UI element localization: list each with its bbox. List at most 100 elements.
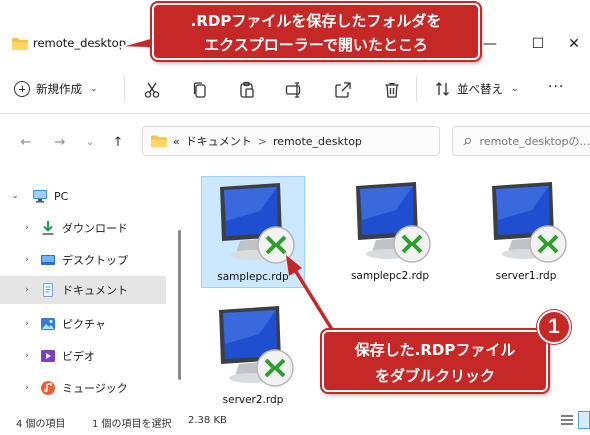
nav-label-downloads: ダウンロード <box>62 222 128 235</box>
breadcrumb-item-documents[interactable]: ドキュメント <box>186 133 252 149</box>
nav-label-pictures: ピクチャ <box>62 318 106 331</box>
toolbar-divider <box>416 76 417 102</box>
new-button-label: 新規作成 <box>36 82 82 96</box>
nav-item-pictures[interactable]: › ピクチャ <box>0 310 166 338</box>
nav-item-videos[interactable]: › ビデオ <box>0 342 166 370</box>
arrow-left-icon: ← <box>20 134 32 150</box>
more-options-button[interactable]: ··· <box>548 79 564 95</box>
nav-item-music[interactable]: › ミュージック <box>0 374 166 402</box>
documents-icon <box>43 283 53 297</box>
nav-label-music: ミュージック <box>62 382 128 395</box>
pc-icon <box>33 190 47 203</box>
chevron-right-icon[interactable]: › <box>22 319 32 329</box>
recent-locations-button[interactable]: ⌄ <box>82 134 98 150</box>
file-item[interactable]: samplepc.rdp <box>201 176 305 288</box>
share-button[interactable] <box>332 79 354 101</box>
window-title: remote_desktop <box>33 36 126 50</box>
chevron-right-icon[interactable]: › <box>22 223 32 233</box>
cut-icon <box>144 82 160 98</box>
rdp-file-icon <box>492 182 567 263</box>
callout-bottom: 保存した.RDPファイル をダブルクリック <box>322 330 548 392</box>
more-icon: ··· <box>548 79 565 95</box>
forward-button[interactable]: → <box>52 134 68 150</box>
callout-bottom-line1: 保存した.RDPファイル <box>354 341 516 359</box>
sort-icon <box>436 82 449 96</box>
file-item[interactable]: samplepc2.rdp <box>338 176 442 288</box>
nav-label-videos: ビデオ <box>62 350 95 363</box>
callout-top: .RDPファイルを保存したフォルダを エクスプローラーで開いたところ <box>152 3 480 60</box>
rdp-file-icon <box>219 306 294 387</box>
chevron-right-icon[interactable]: › <box>22 285 32 295</box>
rdp-file-icon <box>220 183 295 264</box>
step-number-badge: 1 <box>537 310 571 344</box>
chevron-down-icon: ⌄ <box>511 84 519 94</box>
maximize-icon: ☐ <box>531 36 545 52</box>
nav-item-documents[interactable]: › ドキュメント <box>0 276 166 304</box>
tiles-view-icon[interactable] <box>578 411 590 429</box>
nav-item-pc[interactable]: ⌄ PC <box>0 182 166 210</box>
delete-icon <box>385 82 399 98</box>
desktop-icon <box>41 255 55 265</box>
chevron-right-icon[interactable]: › <box>22 351 32 361</box>
delete-button[interactable] <box>381 79 403 101</box>
nav-label-pc: PC <box>54 189 69 203</box>
nav-label-documents: ドキュメント <box>62 284 128 297</box>
folder-icon <box>12 38 28 50</box>
cut-button[interactable] <box>141 79 163 101</box>
nav-item-desktop[interactable]: › デスクトップ <box>0 246 166 274</box>
breadcrumb-overflow[interactable]: « <box>173 135 180 148</box>
folder-icon <box>151 135 167 147</box>
file-name: samplepc2.rdp <box>350 270 430 282</box>
file-item[interactable]: server1.rdp <box>474 176 578 288</box>
close-icon: ✕ <box>568 36 580 52</box>
callout-bottom-line2: をダブルクリック <box>374 367 495 385</box>
address-bar[interactable]: « ドキュメント > remote_desktop <box>142 126 440 156</box>
status-item-count: 4 個の項目 <box>16 419 66 430</box>
details-view-icon[interactable] <box>560 413 574 427</box>
up-button[interactable]: ↑ <box>110 134 126 150</box>
download-icon <box>42 221 54 235</box>
close-button[interactable]: ✕ <box>558 30 590 58</box>
chevron-right-icon[interactable]: › <box>22 383 32 393</box>
file-name: samplepc.rdp <box>217 271 289 283</box>
search-placeholder: remote_desktopの... <box>479 135 590 148</box>
arrow-up-icon: ↑ <box>112 134 124 150</box>
file-item[interactable]: server2.rdp <box>201 300 305 412</box>
chevron-down-icon: ⌄ <box>90 84 98 94</box>
rename-icon <box>285 82 301 98</box>
command-bar: 新規作成 ⌄ 並べ替え ⌄ ··· <box>0 62 590 114</box>
plus-circle-icon <box>14 81 30 97</box>
paste-icon <box>240 81 254 98</box>
status-selection: 1 個の項目を選択 <box>92 419 172 430</box>
paste-button[interactable] <box>236 79 258 101</box>
nav-label-desktop: デスクトップ <box>62 254 128 267</box>
sort-button-label: 並べ替え <box>457 82 503 96</box>
back-button[interactable]: ← <box>18 134 34 150</box>
copy-button[interactable] <box>189 79 211 101</box>
file-name: server1.rdp <box>495 270 557 282</box>
toolbar-divider <box>124 76 125 102</box>
new-button[interactable]: 新規作成 ⌄ <box>14 76 98 102</box>
breadcrumb-item-remote-desktop[interactable]: remote_desktop <box>273 135 362 148</box>
minimize-icon: — <box>483 36 497 52</box>
copy-icon <box>193 82 206 98</box>
rename-button[interactable] <box>283 79 305 101</box>
breadcrumb-separator: > <box>257 134 267 148</box>
chevron-down-icon[interactable]: ⌄ <box>10 191 20 201</box>
status-size: 2.38 KB <box>188 415 227 426</box>
arrow-right-icon: → <box>54 134 66 150</box>
chevron-down-icon: ⌄ <box>85 136 95 148</box>
search-icon <box>463 137 471 145</box>
navigation-pane-scrollbar[interactable] <box>178 230 181 380</box>
callout-top-line2: エクスプローラーで開いたところ <box>204 36 428 54</box>
music-icon <box>41 381 55 395</box>
nav-item-downloads[interactable]: › ダウンロード <box>0 214 166 242</box>
status-bar: 4 個の項目 1 個の項目を選択 2.38 KB <box>0 405 590 435</box>
videos-icon <box>41 350 55 362</box>
search-box[interactable]: remote_desktopの... <box>452 126 590 156</box>
chevron-right-icon[interactable]: › <box>22 255 32 265</box>
maximize-button[interactable]: ☐ <box>518 30 558 58</box>
share-icon <box>335 82 351 98</box>
sort-button[interactable]: 並べ替え ⌄ <box>435 76 519 102</box>
navigation-pane: ⌄ PC › ダウンロード › デスクトップ › ドキュメント › ピクチャ ›… <box>0 172 170 402</box>
